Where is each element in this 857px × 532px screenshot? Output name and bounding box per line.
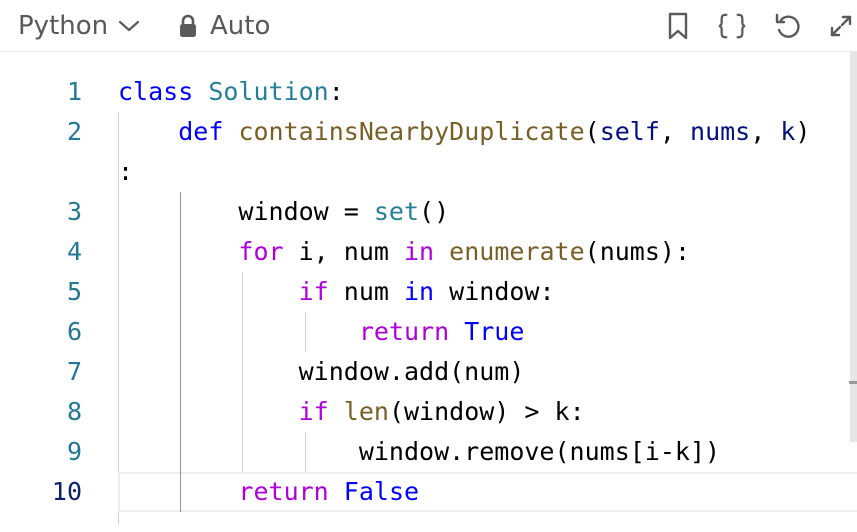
- line-number: 7: [66, 357, 82, 386]
- code-token: self: [599, 117, 660, 146]
- code-token: (nums):: [584, 237, 690, 266]
- scrollbar-cursor-marker: [849, 381, 857, 384]
- code-token: len: [343, 397, 389, 426]
- code-token: ,: [659, 117, 691, 146]
- code-line[interactable]: 3 window = set(): [0, 192, 857, 232]
- code-line[interactable]: :: [0, 152, 857, 192]
- code-token: (): [419, 197, 450, 226]
- code-token: window:: [434, 277, 555, 306]
- code-token: ): [795, 117, 811, 146]
- language-selector[interactable]: Python: [18, 9, 140, 43]
- code-line[interactable]: 1 class Solution:: [0, 72, 857, 112]
- code-token: if: [298, 277, 329, 306]
- code-text: if num in window:: [118, 272, 555, 312]
- line-number: 8: [66, 397, 82, 426]
- code-line[interactable]: 9 window.remove(nums[i-k]): [0, 432, 857, 472]
- code-text: def containsNearbyDuplicate(self, nums, …: [118, 112, 810, 152]
- indent-guide: [118, 112, 119, 472]
- code-token: (: [584, 117, 600, 146]
- editor-toolbar: Python Auto: [0, 0, 857, 52]
- code-text: if len(window) > k:: [118, 392, 585, 432]
- code-line[interactable]: 4 for i, num in enumerate(nums):: [0, 232, 857, 272]
- code-token: :: [118, 157, 134, 186]
- auto-mode-indicator[interactable]: Auto: [178, 9, 270, 43]
- code-text: return False: [118, 472, 419, 512]
- code-token: False: [343, 477, 420, 506]
- line-number: 1: [66, 77, 82, 106]
- code-token: Solution: [208, 77, 329, 106]
- code-line[interactable]: 5 if num in window:: [0, 272, 857, 312]
- code-text: window.remove(nums[i-k]): [118, 432, 720, 472]
- code-text: for i, num in enumerate(nums):: [118, 232, 690, 272]
- code-token: :: [328, 77, 344, 106]
- code-token: set: [373, 197, 420, 226]
- code-token: window =: [118, 197, 374, 226]
- code-token: return: [238, 477, 329, 506]
- code-token: k: [780, 117, 796, 146]
- code-token: class: [118, 77, 194, 106]
- code-text: window.add(num): [118, 352, 525, 392]
- line-number: 3: [66, 197, 82, 226]
- line-number: 4: [66, 237, 82, 266]
- undo-icon[interactable]: [772, 10, 804, 42]
- code-token: (window) > k:: [388, 397, 585, 426]
- code-token: in: [404, 277, 435, 306]
- code-line[interactable]: 8 if len(window) > k:: [0, 392, 857, 432]
- code-line[interactable]: 7 window.add(num): [0, 352, 857, 392]
- line-number: 2: [66, 117, 82, 146]
- code-token: ,: [750, 117, 781, 146]
- code-token: def: [178, 117, 224, 146]
- code-token: return: [358, 317, 450, 346]
- code-text: :: [118, 152, 133, 192]
- code-token: window.remove(nums[i-k]): [118, 437, 721, 466]
- auto-mode-label: Auto: [210, 11, 271, 41]
- code-editor[interactable]: 1 class Solution: 2 def containsNearbyDupl…: [0, 52, 857, 532]
- code-line-area: [118, 152, 857, 192]
- code-token: num: [328, 277, 404, 306]
- expand-icon[interactable]: [825, 10, 857, 42]
- code-token: containsNearbyDuplicate: [238, 117, 585, 146]
- code-token: in: [404, 237, 435, 266]
- indent-guide: [180, 192, 181, 512]
- indent-guide: [118, 512, 119, 524]
- lock-icon: [178, 14, 198, 38]
- code-token: i, num: [283, 237, 404, 266]
- indent-guide: [305, 432, 306, 472]
- bookmark-icon[interactable]: [662, 10, 694, 42]
- line-number: 5: [66, 277, 82, 306]
- indent-guide: [305, 312, 306, 352]
- line-number: 10: [51, 477, 82, 506]
- code-text: class Solution:: [118, 72, 344, 112]
- code-text: return True: [118, 312, 525, 352]
- code-token: True: [464, 317, 525, 346]
- code-line[interactable]: 6 return True: [0, 312, 857, 352]
- line-number: 6: [66, 317, 82, 346]
- language-label: Python: [18, 11, 109, 41]
- code-token: enumerate: [449, 237, 585, 266]
- chevron-down-icon: [118, 19, 140, 33]
- code-token: nums: [690, 117, 751, 146]
- code-token: for: [238, 237, 284, 266]
- braces-icon[interactable]: [716, 10, 748, 42]
- line-number: 9: [66, 437, 82, 466]
- code-token: window.add(num): [118, 357, 525, 386]
- code-line[interactable]: 10 return False: [0, 472, 857, 512]
- indent-guide: [242, 272, 243, 472]
- code-text: window = set(): [118, 192, 449, 232]
- code-line[interactable]: 2 def containsNearbyDuplicate(self, nums…: [0, 112, 857, 152]
- code-token: if: [298, 397, 329, 426]
